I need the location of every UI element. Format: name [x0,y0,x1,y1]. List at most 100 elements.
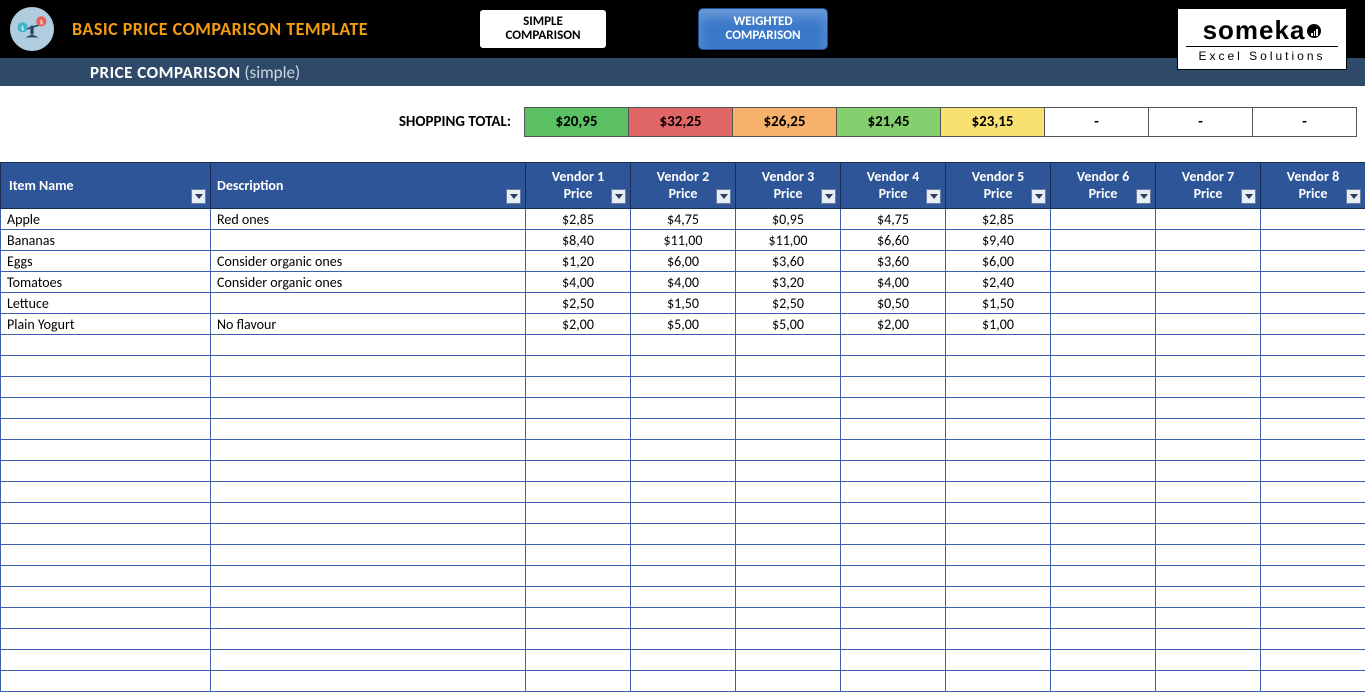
cell-description[interactable]: No flavour [211,314,526,335]
cell-price[interactable]: $4,00 [631,272,736,293]
cell-item-name[interactable] [1,608,211,629]
cell-description[interactable]: Consider organic ones [211,272,526,293]
cell-price[interactable] [1261,608,1365,629]
cell-price[interactable] [736,650,841,671]
cell-price[interactable] [1156,461,1261,482]
cell-price[interactable] [631,629,736,650]
filter-dropdown-icon[interactable] [1241,189,1256,204]
cell-price[interactable]: $6,00 [946,251,1051,272]
cell-price[interactable] [1156,629,1261,650]
col-vendor-5[interactable]: Vendor 5Price [946,163,1051,209]
cell-price[interactable] [736,524,841,545]
cell-price[interactable] [1156,251,1261,272]
cell-price[interactable] [631,461,736,482]
filter-dropdown-icon[interactable] [1346,189,1361,204]
cell-price[interactable]: $3,20 [736,272,841,293]
cell-price[interactable] [946,356,1051,377]
cell-description[interactable] [211,524,526,545]
cell-price[interactable] [1051,440,1156,461]
cell-price[interactable] [736,629,841,650]
cell-price[interactable] [526,671,631,692]
filter-dropdown-icon[interactable] [1031,189,1046,204]
cell-description[interactable] [211,356,526,377]
cell-price[interactable] [526,461,631,482]
cell-price[interactable] [631,566,736,587]
cell-price[interactable] [946,629,1051,650]
cell-price[interactable] [946,398,1051,419]
cell-description[interactable] [211,293,526,314]
cell-price[interactable] [946,461,1051,482]
cell-price[interactable]: $8,40 [526,230,631,251]
cell-price[interactable]: $11,00 [736,230,841,251]
cell-price[interactable] [736,440,841,461]
cell-price[interactable] [1051,398,1156,419]
cell-price[interactable]: $2,85 [946,209,1051,230]
cell-price[interactable] [1261,398,1365,419]
cell-price[interactable] [1261,482,1365,503]
cell-price[interactable] [736,461,841,482]
tab-simple-comparison[interactable]: SIMPLE COMPARISON [478,8,608,50]
cell-price[interactable] [1051,524,1156,545]
filter-dropdown-icon[interactable] [611,189,626,204]
cell-price[interactable] [1261,650,1365,671]
cell-price[interactable] [736,545,841,566]
cell-price[interactable] [841,419,946,440]
filter-dropdown-icon[interactable] [716,189,731,204]
cell-price[interactable] [1156,230,1261,251]
cell-description[interactable]: Red ones [211,209,526,230]
cell-price[interactable] [841,356,946,377]
cell-item-name[interactable] [1,419,211,440]
cell-price[interactable] [1051,251,1156,272]
cell-price[interactable] [736,608,841,629]
cell-price[interactable] [631,377,736,398]
cell-price[interactable] [526,482,631,503]
cell-price[interactable] [1156,377,1261,398]
col-vendor-3[interactable]: Vendor 3Price [736,163,841,209]
cell-price[interactable] [946,608,1051,629]
cell-price[interactable] [1261,503,1365,524]
cell-price[interactable] [1051,650,1156,671]
cell-price[interactable] [946,503,1051,524]
cell-price[interactable] [526,545,631,566]
cell-price[interactable] [1051,230,1156,251]
cell-price[interactable] [1261,440,1365,461]
cell-price[interactable] [1051,566,1156,587]
cell-price[interactable]: $1,20 [526,251,631,272]
cell-price[interactable] [1261,419,1365,440]
cell-price[interactable] [1051,209,1156,230]
cell-price[interactable] [526,335,631,356]
cell-price[interactable] [1156,398,1261,419]
cell-price[interactable]: $3,60 [736,251,841,272]
cell-description[interactable] [211,545,526,566]
cell-description[interactable]: Consider organic ones [211,251,526,272]
cell-price[interactable] [841,503,946,524]
cell-price[interactable]: $6,60 [841,230,946,251]
cell-price[interactable] [631,524,736,545]
cell-price[interactable]: $5,00 [736,314,841,335]
col-vendor-4[interactable]: Vendor 4Price [841,163,946,209]
cell-price[interactable]: $9,40 [946,230,1051,251]
cell-price[interactable] [841,608,946,629]
cell-price[interactable]: $11,00 [631,230,736,251]
cell-price[interactable] [1261,314,1365,335]
cell-price[interactable] [1051,608,1156,629]
cell-item-name[interactable] [1,629,211,650]
cell-item-name[interactable] [1,377,211,398]
cell-price[interactable] [631,503,736,524]
col-description[interactable]: Description [211,163,526,209]
cell-description[interactable] [211,482,526,503]
col-vendor-1[interactable]: Vendor 1Price [526,163,631,209]
cell-price[interactable] [736,587,841,608]
cell-price[interactable] [631,398,736,419]
cell-price[interactable] [841,629,946,650]
cell-price[interactable] [946,587,1051,608]
cell-price[interactable] [1051,356,1156,377]
cell-description[interactable] [211,440,526,461]
cell-price[interactable] [1051,587,1156,608]
cell-item-name[interactable] [1,587,211,608]
cell-price[interactable] [736,671,841,692]
cell-price[interactable] [1051,314,1156,335]
cell-price[interactable] [946,545,1051,566]
cell-price[interactable] [526,356,631,377]
cell-price[interactable] [1156,650,1261,671]
